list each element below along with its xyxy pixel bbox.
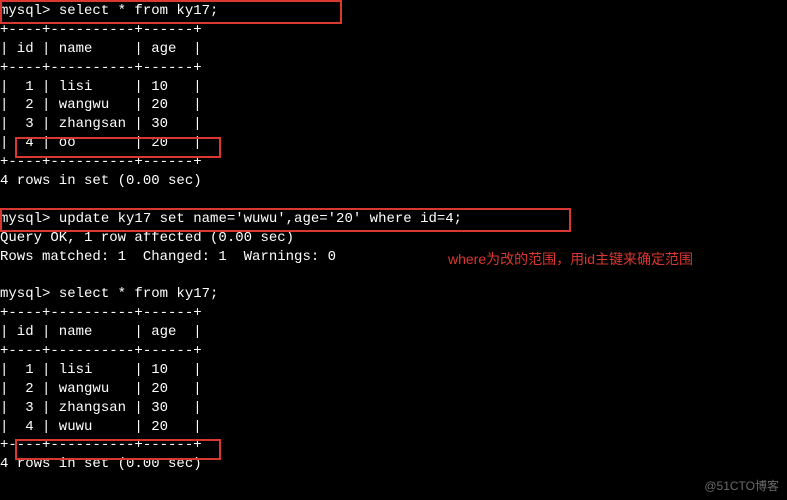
table-border: +----+----------+------+ — [0, 59, 787, 78]
blank-line — [0, 191, 787, 210]
blank-line — [0, 266, 787, 285]
table-border: +----+----------+------+ — [0, 436, 787, 455]
sql-query-line: mysql> select * from ky17; — [0, 285, 787, 304]
table-row: | 1 | lisi | 10 | — [0, 78, 787, 97]
mysql-prompt: mysql> — [0, 3, 59, 19]
update-result-1: Query OK, 1 row affected (0.00 sec) — [0, 229, 787, 248]
table-border: +----+----------+------+ — [0, 153, 787, 172]
table-row: | 2 | wangwu | 20 | — [0, 380, 787, 399]
sql-query-line: mysql> update ky17 set name='wuwu',age='… — [0, 210, 787, 229]
annotation-text: where为改的范围，用id主键来确定范围 — [448, 250, 693, 269]
table-footer: 4 rows in set (0.00 sec) — [0, 172, 787, 191]
table-header: | id | name | age | — [0, 323, 787, 342]
table-border: +----+----------+------+ — [0, 342, 787, 361]
table-row: | 3 | zhangsan | 30 | — [0, 399, 787, 418]
sql-select-2: select * from ky17; — [59, 286, 219, 302]
sql-update: update ky17 set name='wuwu',age='20' whe… — [59, 211, 462, 227]
sql-query-line: mysql> select * from ky17; — [0, 2, 787, 21]
table-row: | 2 | wangwu | 20 | — [0, 96, 787, 115]
mysql-prompt: mysql> — [0, 211, 59, 227]
table-header: | id | name | age | — [0, 40, 787, 59]
table-footer: 4 rows in set (0.00 sec) — [0, 455, 787, 474]
table-row: | 4 | wuwu | 20 | — [0, 418, 787, 437]
mysql-prompt: mysql> — [0, 286, 59, 302]
table-border: +----+----------+------+ — [0, 304, 787, 323]
sql-select-1: select * from ky17; — [59, 3, 219, 19]
table-row: | 1 | lisi | 10 | — [0, 361, 787, 380]
terminal-output: mysql> select * from ky17; +----+-------… — [0, 2, 787, 474]
watermark: @51CTO博客 — [704, 478, 779, 494]
table-row: | 4 | oo | 20 | — [0, 134, 787, 153]
table-border: +----+----------+------+ — [0, 21, 787, 40]
table-row: | 3 | zhangsan | 30 | — [0, 115, 787, 134]
